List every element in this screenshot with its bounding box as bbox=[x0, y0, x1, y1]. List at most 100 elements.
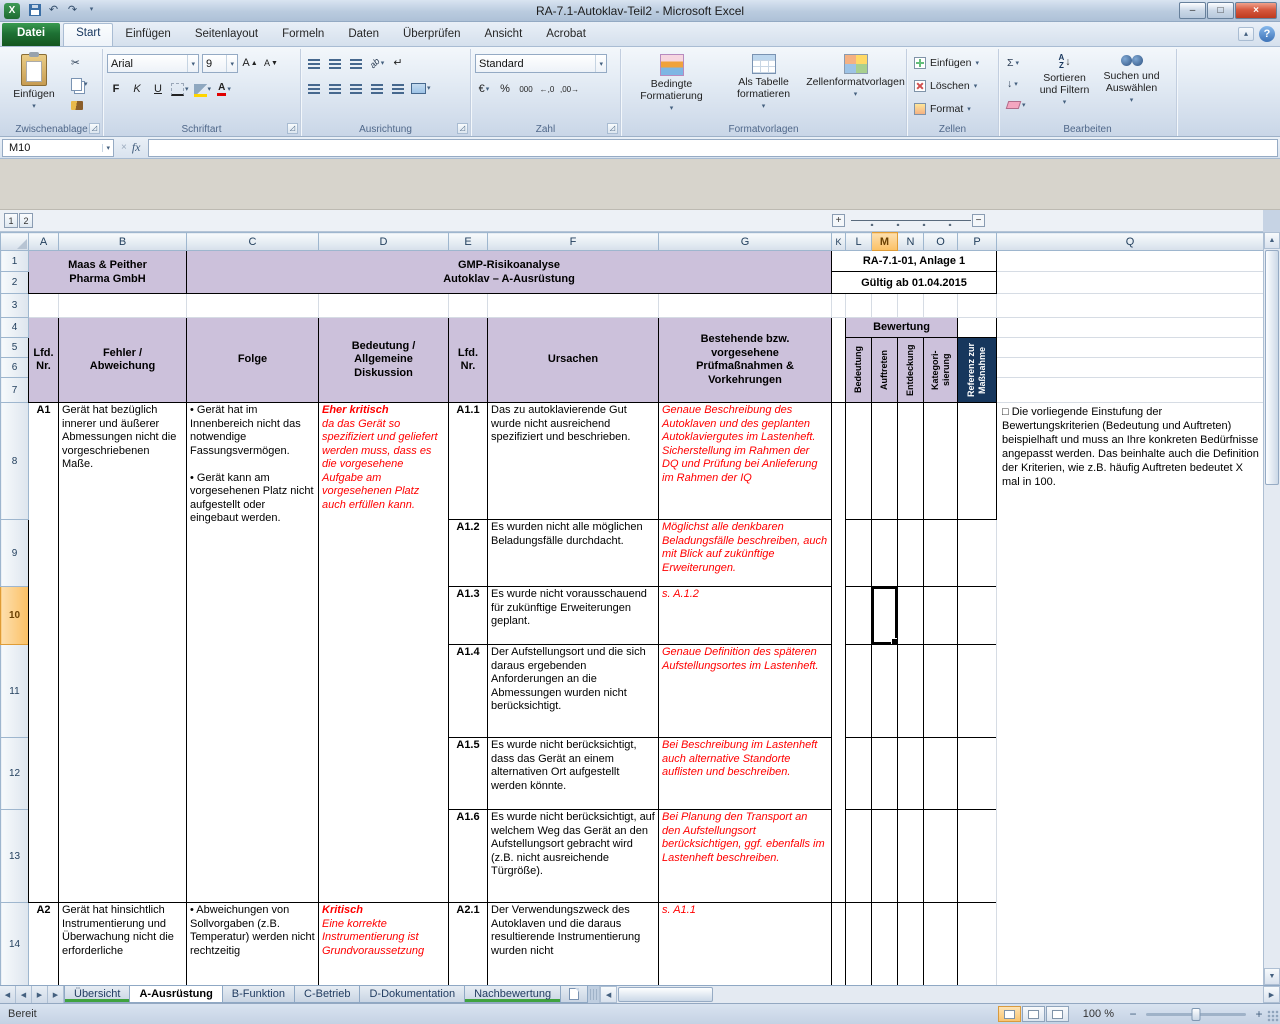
cell-A1-2-ursache[interactable]: Es wurden nicht alle möglichen Beladungs… bbox=[488, 520, 659, 587]
cell-A1-4-ursache[interactable]: Der Aufstellungsort und die sich daraus … bbox=[488, 645, 659, 738]
font-size-select[interactable]: 9▾ bbox=[202, 54, 238, 73]
cell-spacer-K[interactable] bbox=[832, 403, 846, 903]
cell-empty[interactable] bbox=[898, 294, 924, 318]
rating-cell[interactable] bbox=[924, 587, 958, 645]
grow-font-button[interactable]: A▲ bbox=[241, 55, 259, 73]
insert-function-icon[interactable]: fx bbox=[132, 140, 141, 155]
row-header-6[interactable]: 6 bbox=[1, 358, 29, 378]
underline-button[interactable]: U bbox=[149, 80, 167, 98]
insert-worksheet-button[interactable] bbox=[560, 986, 588, 1003]
rating-cell[interactable] bbox=[846, 587, 872, 645]
cell-empty[interactable] bbox=[997, 294, 1264, 318]
rating-cell[interactable] bbox=[898, 810, 924, 903]
percent-style-button[interactable]: % bbox=[496, 80, 514, 98]
cell-valid-from[interactable]: Gültig ab 01.04.2015 bbox=[832, 272, 997, 294]
col-header-K[interactable]: K bbox=[832, 233, 846, 251]
header-rot-auftreten[interactable]: Auftreten bbox=[872, 338, 898, 403]
clear-button[interactable]: ▾ bbox=[1003, 96, 1030, 114]
align-center-button[interactable] bbox=[326, 79, 344, 97]
row-header-14[interactable]: 14 bbox=[1, 903, 29, 986]
font-name-select[interactable]: Arial▾ bbox=[107, 54, 199, 73]
cell-A1-1-ursache[interactable]: Das zu autoklavierende Gut wurde nicht a… bbox=[488, 403, 659, 520]
zoom-out-button[interactable]: − bbox=[1126, 1007, 1140, 1021]
sheet-tab-c-betrieb[interactable]: C-Betrieb bbox=[294, 986, 360, 1003]
cell-A2-bedeutung[interactable]: Kritisch Eine korrekte Instrumentierung … bbox=[319, 903, 449, 986]
selected-cell-M10[interactable] bbox=[872, 587, 898, 645]
rating-cell[interactable] bbox=[924, 738, 958, 810]
horizontal-scroll-track[interactable] bbox=[714, 986, 1263, 1003]
rating-cell[interactable] bbox=[872, 810, 898, 903]
dialog-launcher[interactable]: ◿ bbox=[607, 123, 618, 134]
minimize-button[interactable]: – bbox=[1179, 2, 1206, 19]
rating-cell[interactable] bbox=[898, 520, 924, 587]
rating-cell[interactable] bbox=[898, 645, 924, 738]
dialog-launcher[interactable]: ◿ bbox=[287, 123, 298, 134]
col-header-N[interactable]: N bbox=[898, 233, 924, 251]
orientation-button[interactable]: ab▾ bbox=[368, 54, 386, 72]
paste-button[interactable]: Einfügen ▾ bbox=[5, 51, 63, 120]
cell-empty[interactable] bbox=[846, 294, 872, 318]
bold-button[interactable]: F bbox=[107, 80, 125, 98]
cell-A2-fehler[interactable]: Gerät hat hinsichtlich Instrumentierung … bbox=[59, 903, 187, 986]
rating-cell[interactable] bbox=[846, 520, 872, 587]
wrap-text-button[interactable]: ↵ bbox=[389, 54, 407, 72]
cell-A1-1-massnahme[interactable]: Genaue Beschreibung des Autoklaven und d… bbox=[659, 403, 832, 520]
align-left-button[interactable] bbox=[305, 79, 323, 97]
increase-indent-button[interactable] bbox=[389, 79, 407, 97]
cell-empty[interactable] bbox=[958, 318, 997, 338]
zoom-slider-track[interactable] bbox=[1146, 1013, 1246, 1016]
cell-A1-6-id[interactable]: A1.6 bbox=[449, 810, 488, 903]
zoom-slider-thumb[interactable] bbox=[1192, 1008, 1201, 1021]
col-header-C[interactable]: C bbox=[187, 233, 319, 251]
row-header-4[interactable]: 4 bbox=[1, 318, 29, 338]
rating-cell[interactable] bbox=[872, 738, 898, 810]
find-select-button[interactable]: Suchen und Auswählen ▾ bbox=[1100, 51, 1164, 120]
select-all-corner[interactable] bbox=[1, 233, 29, 251]
cell-empty[interactable] bbox=[872, 294, 898, 318]
cell-A2-folge[interactable]: • Abweichungen von Sollvorgaben (z.B. Te… bbox=[187, 903, 319, 986]
first-sheet-button[interactable]: ◀ bbox=[0, 986, 16, 1003]
header-rot-referenz[interactable]: Referenz zur Maßnahme bbox=[958, 338, 997, 403]
sheet-tab-a-ausruestung[interactable]: A-Ausrüstung bbox=[129, 986, 222, 1003]
cell-A2-1-id[interactable]: A2.1 bbox=[449, 903, 488, 986]
cell-A1-5-ursache[interactable]: Es wurde nicht berücksichtigt, dass das … bbox=[488, 738, 659, 810]
normal-view-button[interactable] bbox=[998, 1006, 1021, 1022]
cell-note[interactable]: □ Die vorliegende Einstufung der Bewertu… bbox=[997, 403, 1264, 986]
cell-empty[interactable] bbox=[59, 294, 187, 318]
cell-A1-5-id[interactable]: A1.5 bbox=[449, 738, 488, 810]
vertical-scroll-track[interactable] bbox=[1264, 486, 1280, 968]
tab-split-handle[interactable] bbox=[590, 989, 597, 1000]
decrease-decimal-button[interactable]: ,00→ bbox=[559, 80, 580, 98]
cell-A2-1-ursache[interactable]: Der Verwendungszweck des Autoklaven und … bbox=[488, 903, 659, 986]
align-right-button[interactable] bbox=[347, 79, 365, 97]
col-header-L[interactable]: L bbox=[846, 233, 872, 251]
rating-cell[interactable] bbox=[924, 810, 958, 903]
zoom-level[interactable]: 100 % bbox=[1083, 1008, 1114, 1020]
scroll-right-button[interactable]: ▶ bbox=[1263, 986, 1280, 1003]
rating-cell[interactable] bbox=[872, 645, 898, 738]
prev-sheet-button[interactable]: ◀ bbox=[16, 986, 32, 1003]
rating-cell[interactable] bbox=[924, 903, 958, 986]
col-header-D[interactable]: D bbox=[319, 233, 449, 251]
cell-A1-3-massnahme[interactable]: s. A.1.2 bbox=[659, 587, 832, 645]
collapse-group-button[interactable]: − bbox=[972, 214, 985, 227]
header-lfd-nr-2[interactable]: Lfd. Nr. bbox=[449, 318, 488, 403]
rating-cell[interactable] bbox=[958, 587, 997, 645]
cell-A1-4-id[interactable]: A1.4 bbox=[449, 645, 488, 738]
next-sheet-button[interactable]: ▶ bbox=[32, 986, 48, 1003]
sort-filter-button[interactable]: AZ ↓ Sortieren und Filtern ▾ bbox=[1034, 51, 1096, 120]
outline-level-2-button[interactable]: 2 bbox=[19, 213, 33, 228]
cell-A1-4-massnahme[interactable]: Genaue Definition des späteren Aufstellu… bbox=[659, 645, 832, 738]
autosum-button[interactable]: Σ▾ bbox=[1003, 54, 1030, 72]
cell-A1-bedeutung[interactable]: Eher kritisch da das Gerät so spezifizie… bbox=[319, 403, 449, 903]
cell-styles-button[interactable]: Zellenformatvorlagen ▾ bbox=[812, 51, 900, 120]
header-massnahmen[interactable]: Bestehende bzw. vorgesehene Prüfmaßnahme… bbox=[659, 318, 832, 403]
align-top-button[interactable] bbox=[305, 54, 323, 72]
col-header-O[interactable]: O bbox=[924, 233, 958, 251]
fill-button[interactable]: ↓▾ bbox=[1003, 75, 1030, 93]
horizontal-scrollbar[interactable]: ◀ ▶ bbox=[599, 986, 1280, 1003]
rating-cell[interactable] bbox=[846, 403, 872, 520]
rating-cell[interactable] bbox=[898, 903, 924, 986]
rating-cell[interactable] bbox=[846, 645, 872, 738]
borders-button[interactable]: ▾ bbox=[170, 80, 190, 98]
